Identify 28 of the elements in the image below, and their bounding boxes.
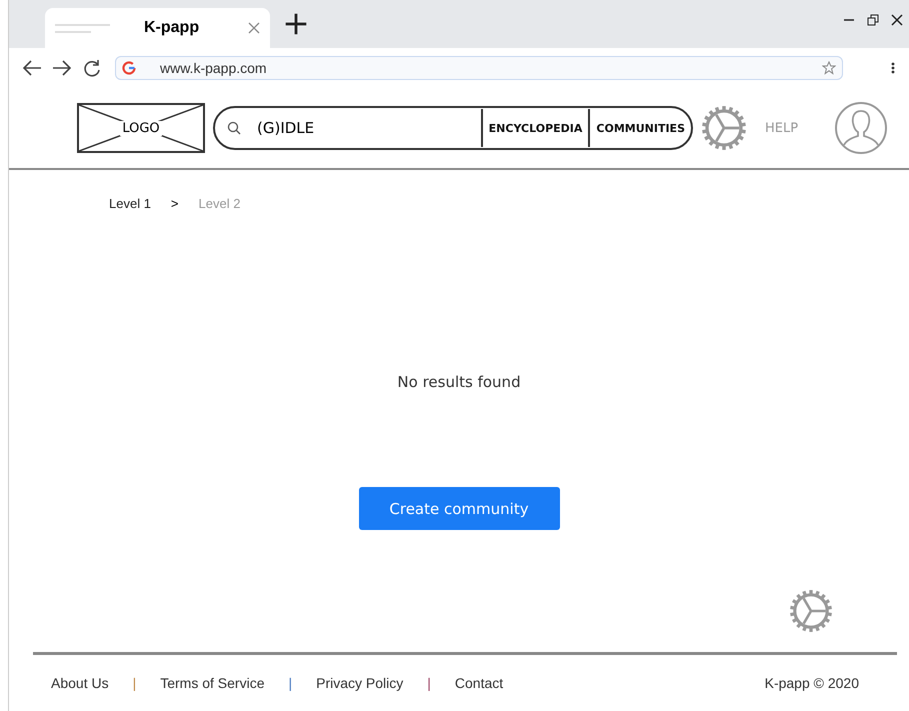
nav-link[interactable]: ENCYCLOPEDIA <box>480 109 588 147</box>
breadcrumb-item[interactable]: Level 1 <box>109 196 151 211</box>
avatar-icon[interactable] <box>834 101 888 155</box>
logo-placeholder[interactable]: LOGO <box>77 103 205 153</box>
footer-separator: | <box>288 675 292 691</box>
footer-link[interactable]: About Us <box>51 675 109 691</box>
footer-link[interactable]: Privacy Policy <box>316 675 404 691</box>
close-icon[interactable] <box>891 14 903 26</box>
copyright-text: K-papp © 2020 <box>764 675 859 691</box>
footer-link[interactable]: Terms of Service <box>160 675 264 691</box>
nav-link[interactable]: COMMUNITIES <box>588 109 691 147</box>
restore-icon[interactable] <box>867 14 879 26</box>
menu-icon[interactable] <box>891 61 895 75</box>
search-field[interactable]: (G)IDLE ENCYCLOPEDIA COMMUNITIES <box>213 106 693 150</box>
create-community-button[interactable]: Create community <box>358 487 560 530</box>
footer-separator: | <box>132 675 136 691</box>
empty-message: No results found <box>397 373 521 391</box>
google-icon <box>122 61 136 75</box>
new-tab-icon[interactable] <box>284 12 308 36</box>
footer-link[interactable]: Contact <box>454 675 504 691</box>
search-icon <box>227 121 241 135</box>
browser-tab[interactable]: K-papp <box>45 8 270 48</box>
footer-separator: | <box>427 675 431 691</box>
breadcrumb-separator: > <box>170 196 179 211</box>
settings-icon[interactable] <box>789 589 833 633</box>
star-icon[interactable] <box>822 61 836 75</box>
settings-icon[interactable] <box>701 105 747 151</box>
address-bar[interactable]: www.k-papp.com <box>115 56 843 80</box>
